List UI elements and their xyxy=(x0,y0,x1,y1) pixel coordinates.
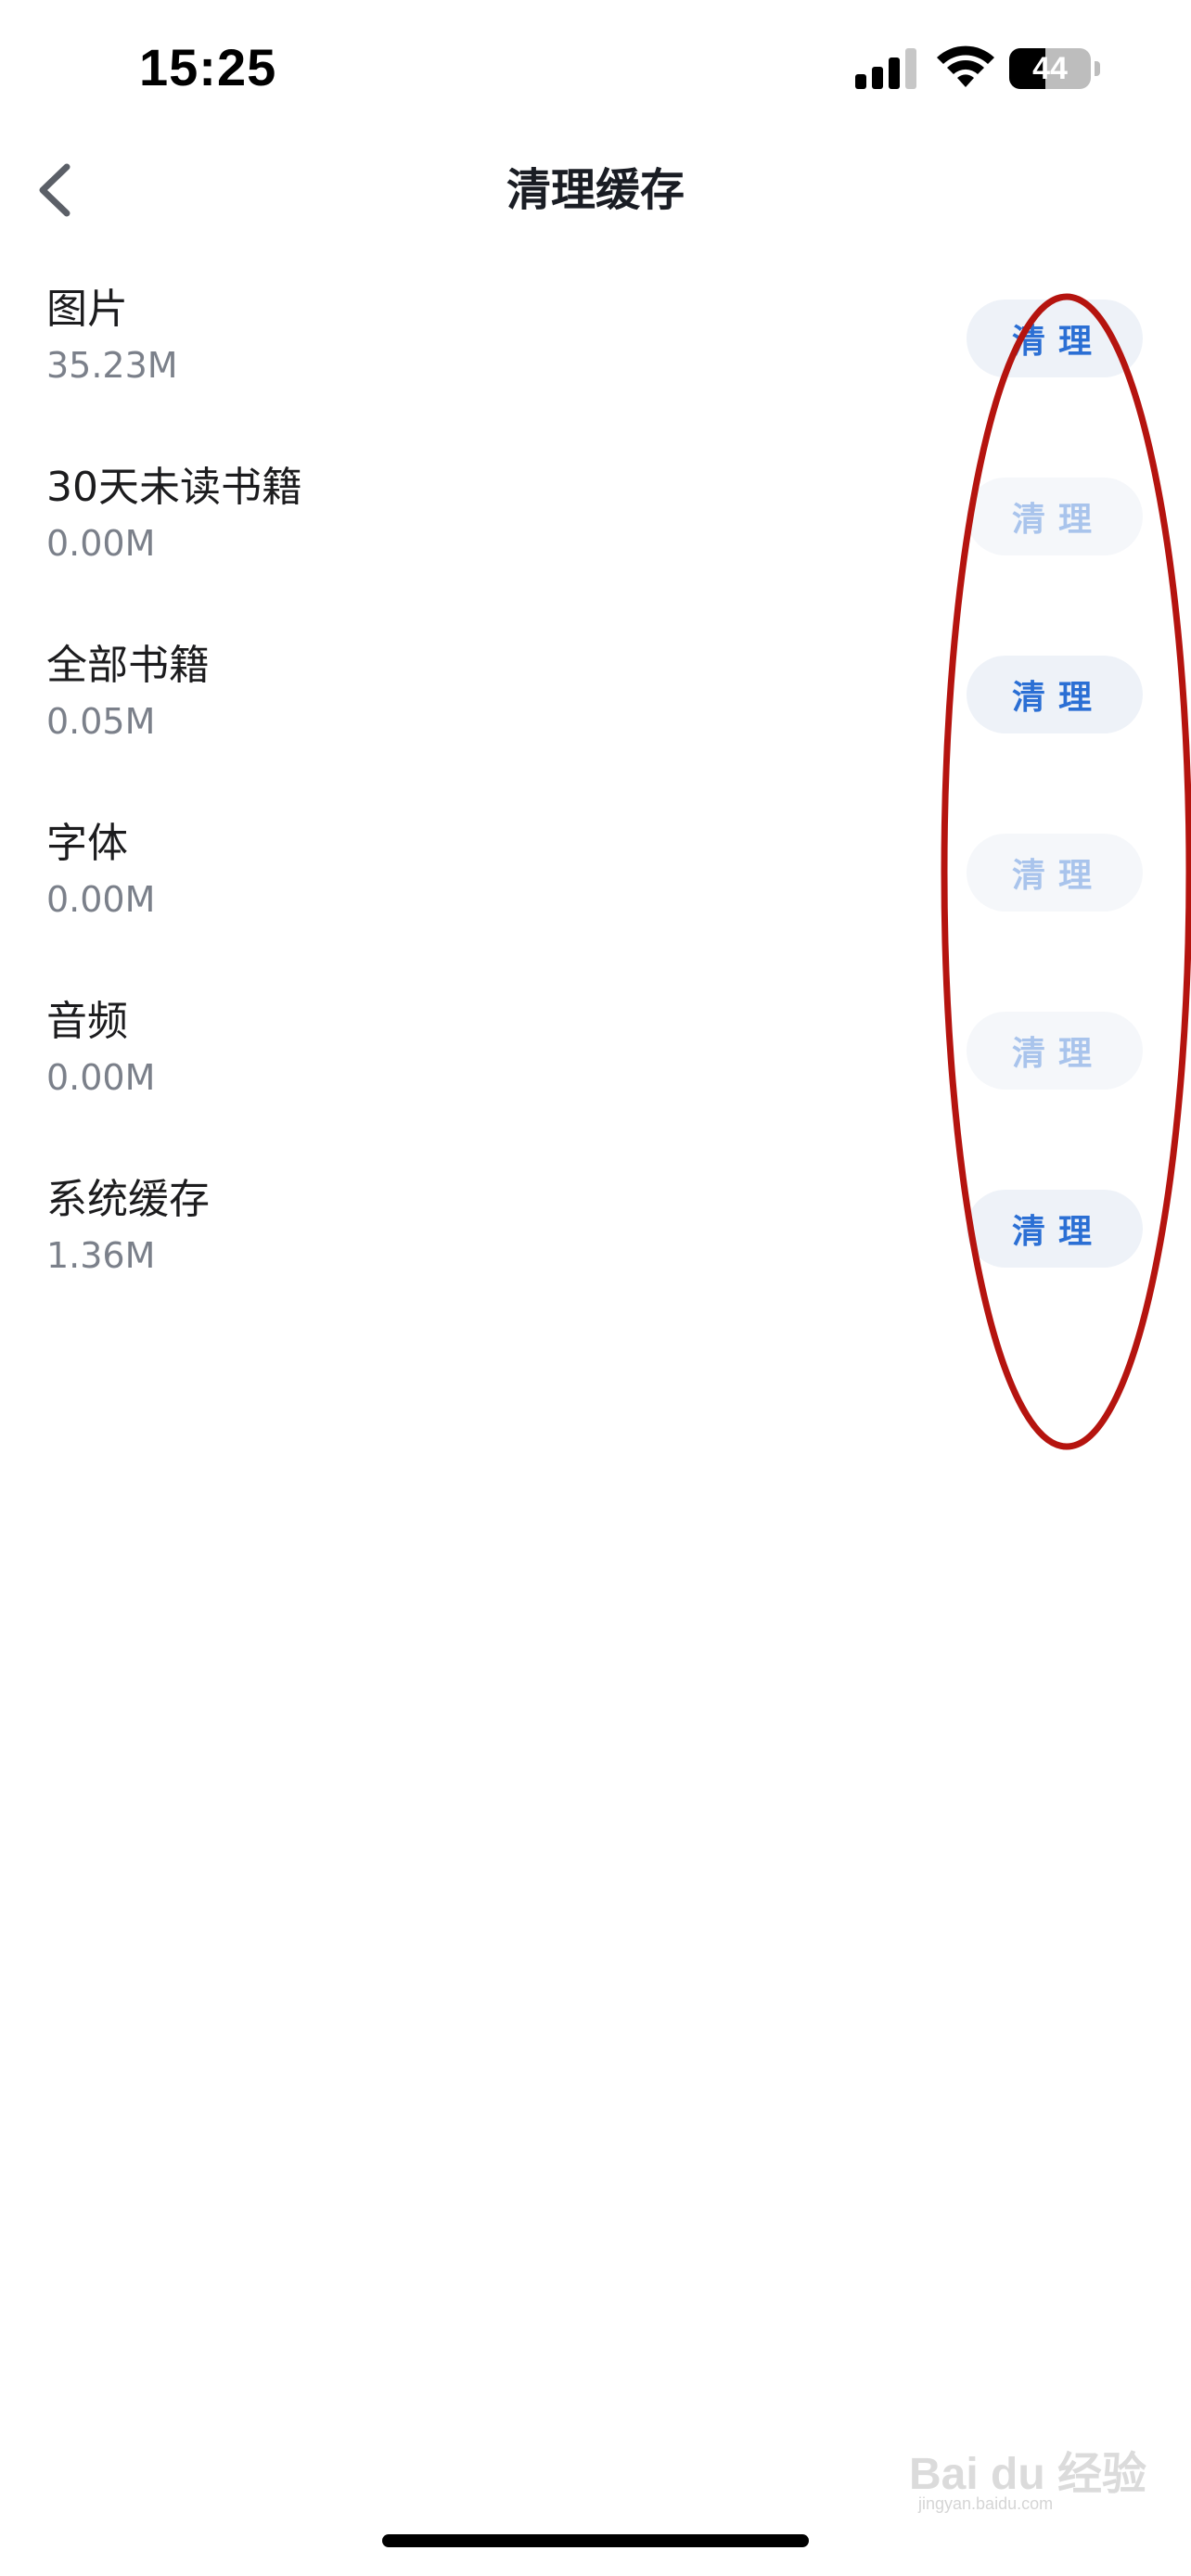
clean-unread-books-button[interactable]: 清理 xyxy=(967,478,1143,555)
clean-all-books-button[interactable]: 清理 xyxy=(967,656,1143,733)
watermark-text: Bai du 经验 xyxy=(909,2450,1147,2499)
cellular-signal-icon xyxy=(855,48,916,89)
item-name: 图片 xyxy=(46,286,128,333)
clean-audio-button[interactable]: 清理 xyxy=(967,1012,1143,1090)
back-button[interactable] xyxy=(28,158,93,223)
status-time: 15:25 xyxy=(139,38,277,96)
wifi-icon xyxy=(937,45,994,87)
item-name: 全部书籍 xyxy=(46,642,210,689)
item-name: 30天未读书籍 xyxy=(46,464,302,511)
cache-row-all-books: 全部书籍 0.05M 清理 xyxy=(0,620,1191,798)
item-name: 系统缓存 xyxy=(46,1176,210,1223)
chevron-left-icon xyxy=(39,163,70,217)
home-indicator[interactable] xyxy=(382,2534,809,2547)
clean-system-cache-button[interactable]: 清理 xyxy=(967,1190,1143,1268)
cache-row-audio: 音频 0.00M 清理 xyxy=(0,976,1191,1154)
item-size: 35.23M xyxy=(46,345,178,386)
item-size: 0.00M xyxy=(46,879,156,920)
status-bar: 15:25 44 xyxy=(0,0,1191,139)
item-name: 字体 xyxy=(46,820,128,867)
watermark-subtext: jingyan.baidu.com xyxy=(918,2494,1054,2513)
battery-indicator: 44 xyxy=(1009,48,1102,89)
page-title: 清理缓存 xyxy=(506,164,685,216)
clean-images-button[interactable]: 清理 xyxy=(967,300,1143,377)
battery-body: 44 xyxy=(1009,48,1091,89)
cache-row-unread-books: 30天未读书籍 0.00M 清理 xyxy=(0,442,1191,620)
cache-row-fonts: 字体 0.00M 清理 xyxy=(0,798,1191,976)
nav-bar: 清理缓存 xyxy=(0,139,1191,241)
item-name: 音频 xyxy=(46,998,128,1045)
battery-cap xyxy=(1095,61,1100,76)
item-size: 0.05M xyxy=(46,701,156,742)
battery-level-text: 44 xyxy=(1032,51,1068,86)
cache-row-images: 图片 35.23M 清理 xyxy=(0,264,1191,442)
watermark: Bai du 经验 jingyan.baidu.com xyxy=(909,2437,1159,2520)
item-size: 0.00M xyxy=(46,1057,156,1098)
cache-list: 图片 35.23M 清理 30天未读书籍 0.00M 清理 全部书籍 0.05M… xyxy=(0,264,1191,1333)
screen: 15:25 44 清理缓存 图片 35.23M 清理 30天未读书籍 0.00M… xyxy=(0,0,1191,2576)
cache-row-system-cache: 系统缓存 1.36M 清理 xyxy=(0,1154,1191,1333)
clean-fonts-button[interactable]: 清理 xyxy=(967,834,1143,912)
item-size: 0.00M xyxy=(46,523,156,564)
item-size: 1.36M xyxy=(46,1235,156,1276)
